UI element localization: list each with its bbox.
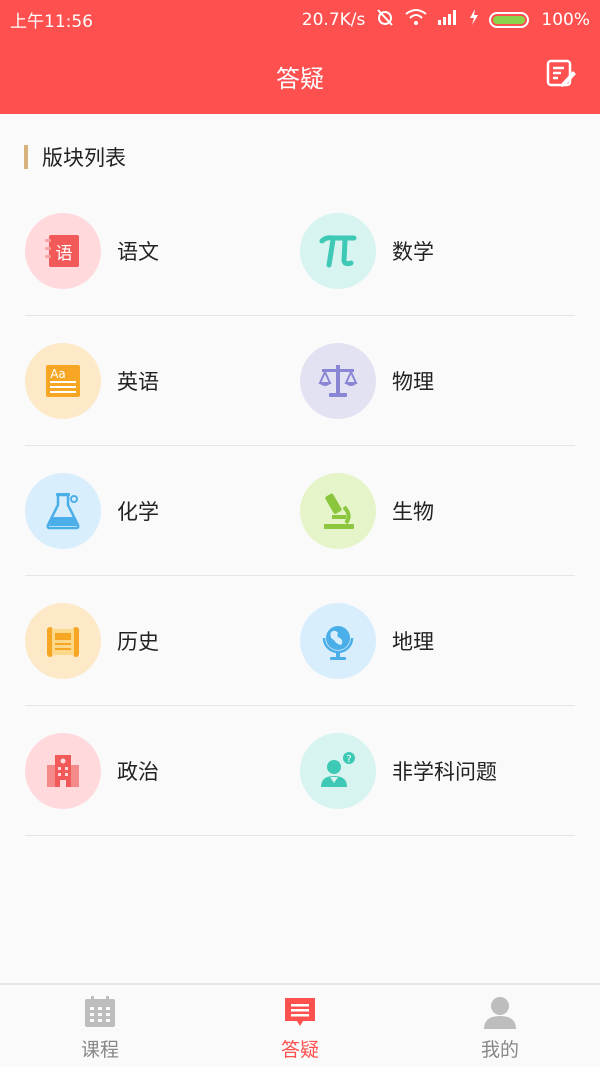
svg-text:语: 语: [56, 244, 73, 264]
status-right: 20.7K/s 100%: [302, 7, 590, 32]
subject-label: 历史: [117, 630, 159, 654]
subject-label: 政治: [117, 760, 159, 784]
alarm-off-icon: [375, 7, 395, 32]
battery-percent: 100%: [541, 9, 590, 30]
app-bar: 答疑: [0, 34, 600, 114]
subject-label: 数学: [392, 240, 434, 264]
government-building-icon: [25, 733, 101, 809]
globe-icon: [300, 603, 376, 679]
subject-item-biology[interactable]: 生物: [300, 473, 434, 549]
tab-label: 我的: [480, 1039, 519, 1061]
edit-icon: [546, 59, 576, 87]
svg-text:?: ?: [346, 754, 351, 765]
subject-item-chinese[interactable]: 语 语文: [25, 213, 159, 289]
pi-icon: [300, 213, 376, 289]
subject-item-non-academic[interactable]: ? 非学科问题: [300, 733, 497, 809]
status-bar: 上午11:56 20.7K/s 100%: [0, 0, 600, 34]
section-marker: [24, 145, 28, 169]
signal-icon: [437, 9, 459, 30]
section-title: 版块列表: [42, 146, 126, 170]
svg-text:Aa: Aa: [50, 367, 66, 381]
english-book-icon: Aa: [25, 343, 101, 419]
tab-mine[interactable]: 我的: [400, 985, 600, 1067]
subject-item-math[interactable]: 数学: [300, 213, 434, 289]
subject-row: 化学 生物: [25, 446, 575, 576]
subject-row: Aa 英语 物理: [25, 316, 575, 446]
subject-item-geography[interactable]: 地理: [300, 603, 434, 679]
wifi-icon: [405, 8, 428, 31]
page-title: 答疑: [276, 65, 324, 93]
subject-item-history[interactable]: 历史: [25, 603, 159, 679]
subject-label: 地理: [392, 630, 434, 654]
flask-icon: [25, 473, 101, 549]
subject-label: 物理: [392, 370, 434, 394]
microscope-icon: [300, 473, 376, 549]
subject-label: 语文: [117, 240, 159, 264]
subject-row: 政治 ? 非学科问题: [25, 706, 575, 836]
section-header: 版块列表: [24, 144, 126, 170]
history-scroll-icon: [25, 603, 101, 679]
charging-icon: [469, 9, 479, 30]
tab-courses[interactable]: 课程: [0, 985, 200, 1067]
balance-scale-icon: [300, 343, 376, 419]
list-icon: [283, 995, 317, 1029]
subject-item-politics[interactable]: 政治: [25, 733, 159, 809]
subject-row: 语 语文 数学: [25, 186, 575, 316]
subject-label: 化学: [117, 500, 159, 524]
subject-item-physics[interactable]: 物理: [300, 343, 434, 419]
bottom-tab-bar: 课程 答疑 我的: [0, 983, 600, 1067]
subject-grid: 语 语文 数学 Aa 英语 物理 化学 生物 历史 地理 政治 ? 非学科问题: [25, 186, 575, 836]
compose-question-button[interactable]: [546, 58, 576, 88]
person-question-icon: ?: [300, 733, 376, 809]
subject-label: 英语: [117, 370, 159, 394]
status-time: 上午11:56: [10, 12, 93, 32]
tab-qa[interactable]: 答疑: [200, 985, 400, 1067]
battery-icon: [489, 11, 530, 28]
chinese-book-icon: 语: [25, 213, 101, 289]
tab-label: 答疑: [280, 1039, 319, 1061]
network-speed: 20.7K/s: [301, 9, 366, 30]
subject-item-english[interactable]: Aa 英语: [25, 343, 159, 419]
subject-label: 非学科问题: [392, 760, 497, 784]
user-icon: [483, 995, 517, 1029]
calendar-icon: [83, 995, 117, 1029]
subject-row: 历史 地理: [25, 576, 575, 706]
tab-label: 课程: [80, 1039, 119, 1061]
subject-item-chemistry[interactable]: 化学: [25, 473, 159, 549]
subject-label: 生物: [392, 500, 434, 524]
